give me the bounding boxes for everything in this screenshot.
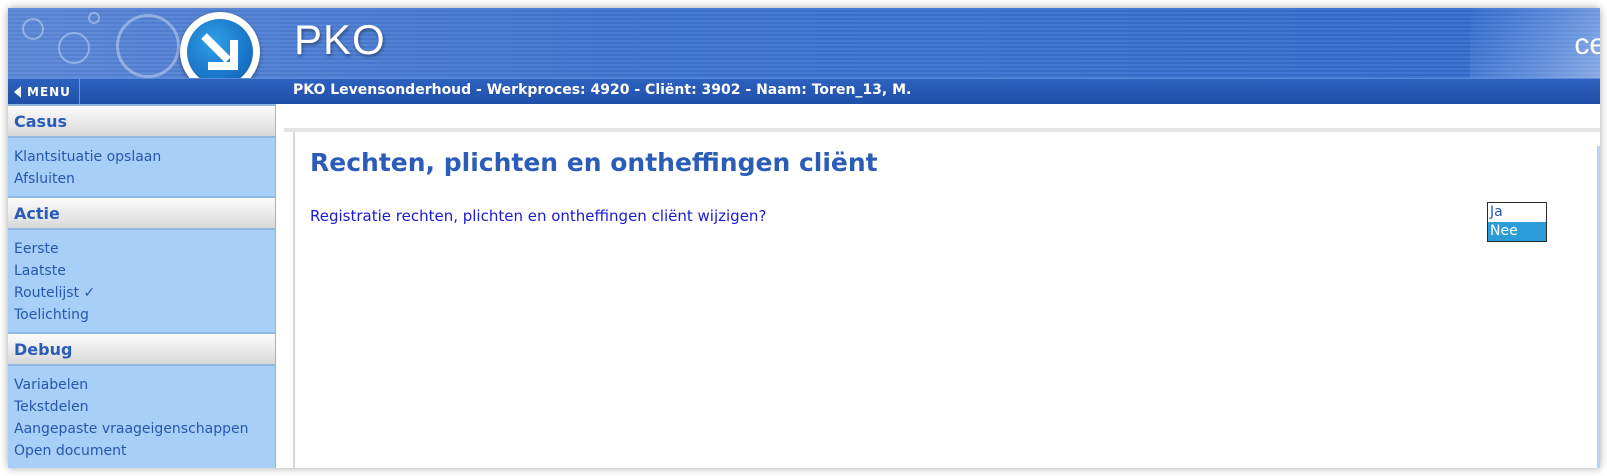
sidebar-item-open-document[interactable]: Open document xyxy=(14,440,269,462)
app-title: PKO xyxy=(294,16,386,63)
case-info: PKO Levensonderhoud - Werkproces: 4920 -… xyxy=(293,82,912,98)
option-ja[interactable]: Ja xyxy=(1488,203,1546,222)
decor-bubble xyxy=(22,18,44,40)
sidebar-item-klantsituatie-opslaan[interactable]: Klantsituatie opslaan xyxy=(14,146,269,168)
sidebar-item-routelijst[interactable]: Routelijst ✓ xyxy=(14,282,269,304)
sidebar-item-toelichting[interactable]: Toelichting xyxy=(14,304,269,326)
sidebar-section-casus: Klantsituatie opslaan Afsluiten xyxy=(8,138,275,196)
triangle-left-icon xyxy=(14,85,21,98)
sidebar-item-aangepaste-vraageigenschappen[interactable]: Aangepaste vraageigenschappen xyxy=(14,418,269,440)
answer-listbox[interactable]: Ja Nee xyxy=(1487,202,1547,242)
menu-button[interactable]: MENU xyxy=(8,79,80,104)
scrollbar-track[interactable] xyxy=(1597,146,1600,468)
sidebar-section-actie: Eerste Laatste Routelijst ✓ Toelichting xyxy=(8,230,275,332)
header: PKO ce MENU PKO Levensonderhoud - Werkpr… xyxy=(8,8,1600,104)
info-bar: MENU PKO Levensonderhoud - Werkproces: 4… xyxy=(8,78,1600,104)
decor-bubble xyxy=(88,12,100,24)
sidebar-item-tekstdelen[interactable]: Tekstdelen xyxy=(14,396,269,418)
question-label: Registratie rechten, plichten en ontheff… xyxy=(310,207,767,225)
sidebar-section-debug-title: Debug xyxy=(8,332,275,366)
sidebar: Casus Klantsituatie opslaan Afsluiten Ac… xyxy=(8,104,276,468)
arrow-down-right-icon xyxy=(201,33,238,70)
page-title: Rechten, plichten en ontheffingen cliënt xyxy=(310,148,878,177)
sidebar-item-eerste[interactable]: Eerste xyxy=(14,238,269,260)
sidebar-section-actie-title: Actie xyxy=(8,196,275,230)
sidebar-section-casus-title: Casus xyxy=(8,104,275,138)
option-nee[interactable]: Nee xyxy=(1488,222,1546,241)
sidebar-item-variabelen[interactable]: Variabelen xyxy=(14,374,269,396)
sidebar-item-laatste[interactable]: Laatste xyxy=(14,260,269,282)
decor-bubble xyxy=(58,32,90,64)
app-window: PKO ce MENU PKO Levensonderhoud - Werkpr… xyxy=(8,8,1600,468)
menu-label: MENU xyxy=(27,84,71,99)
decor-bubble xyxy=(116,14,180,78)
sidebar-item-afsluiten[interactable]: Afsluiten xyxy=(14,168,269,190)
content-panel: Rechten, plichten en ontheffingen cliënt… xyxy=(293,132,1600,468)
sidebar-section-debug: Variabelen Tekstdelen Aangepaste vraagei… xyxy=(8,366,275,468)
header-corner-text: ce xyxy=(1574,28,1600,61)
